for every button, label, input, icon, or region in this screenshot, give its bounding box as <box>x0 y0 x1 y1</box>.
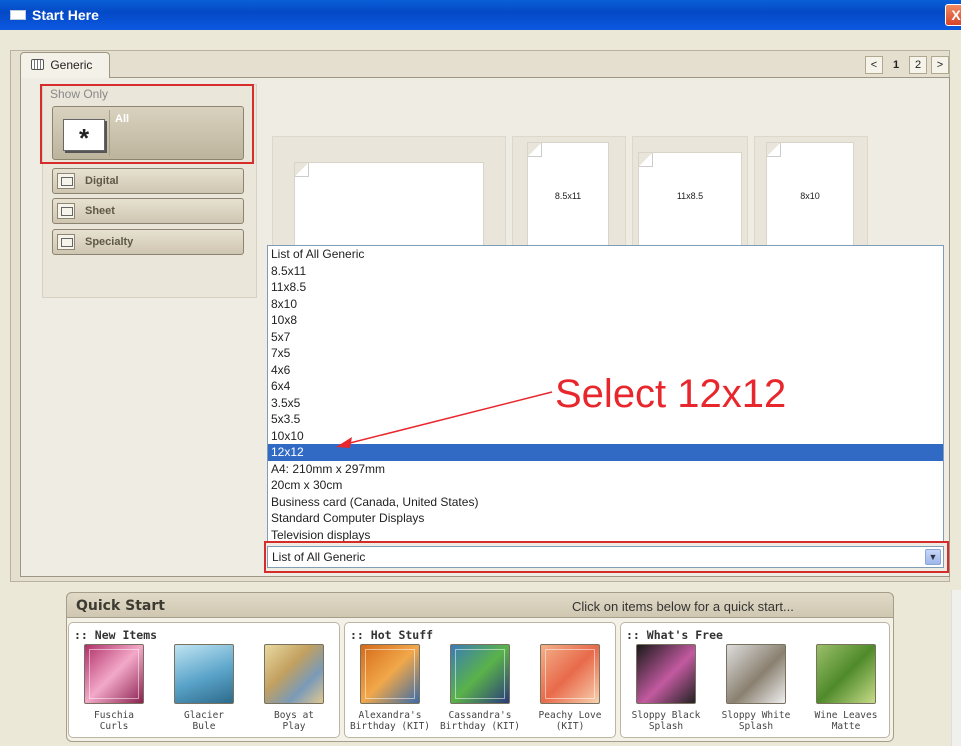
annotation-arrow <box>336 391 553 448</box>
annotation-text: Select 12x12 <box>555 372 787 416</box>
